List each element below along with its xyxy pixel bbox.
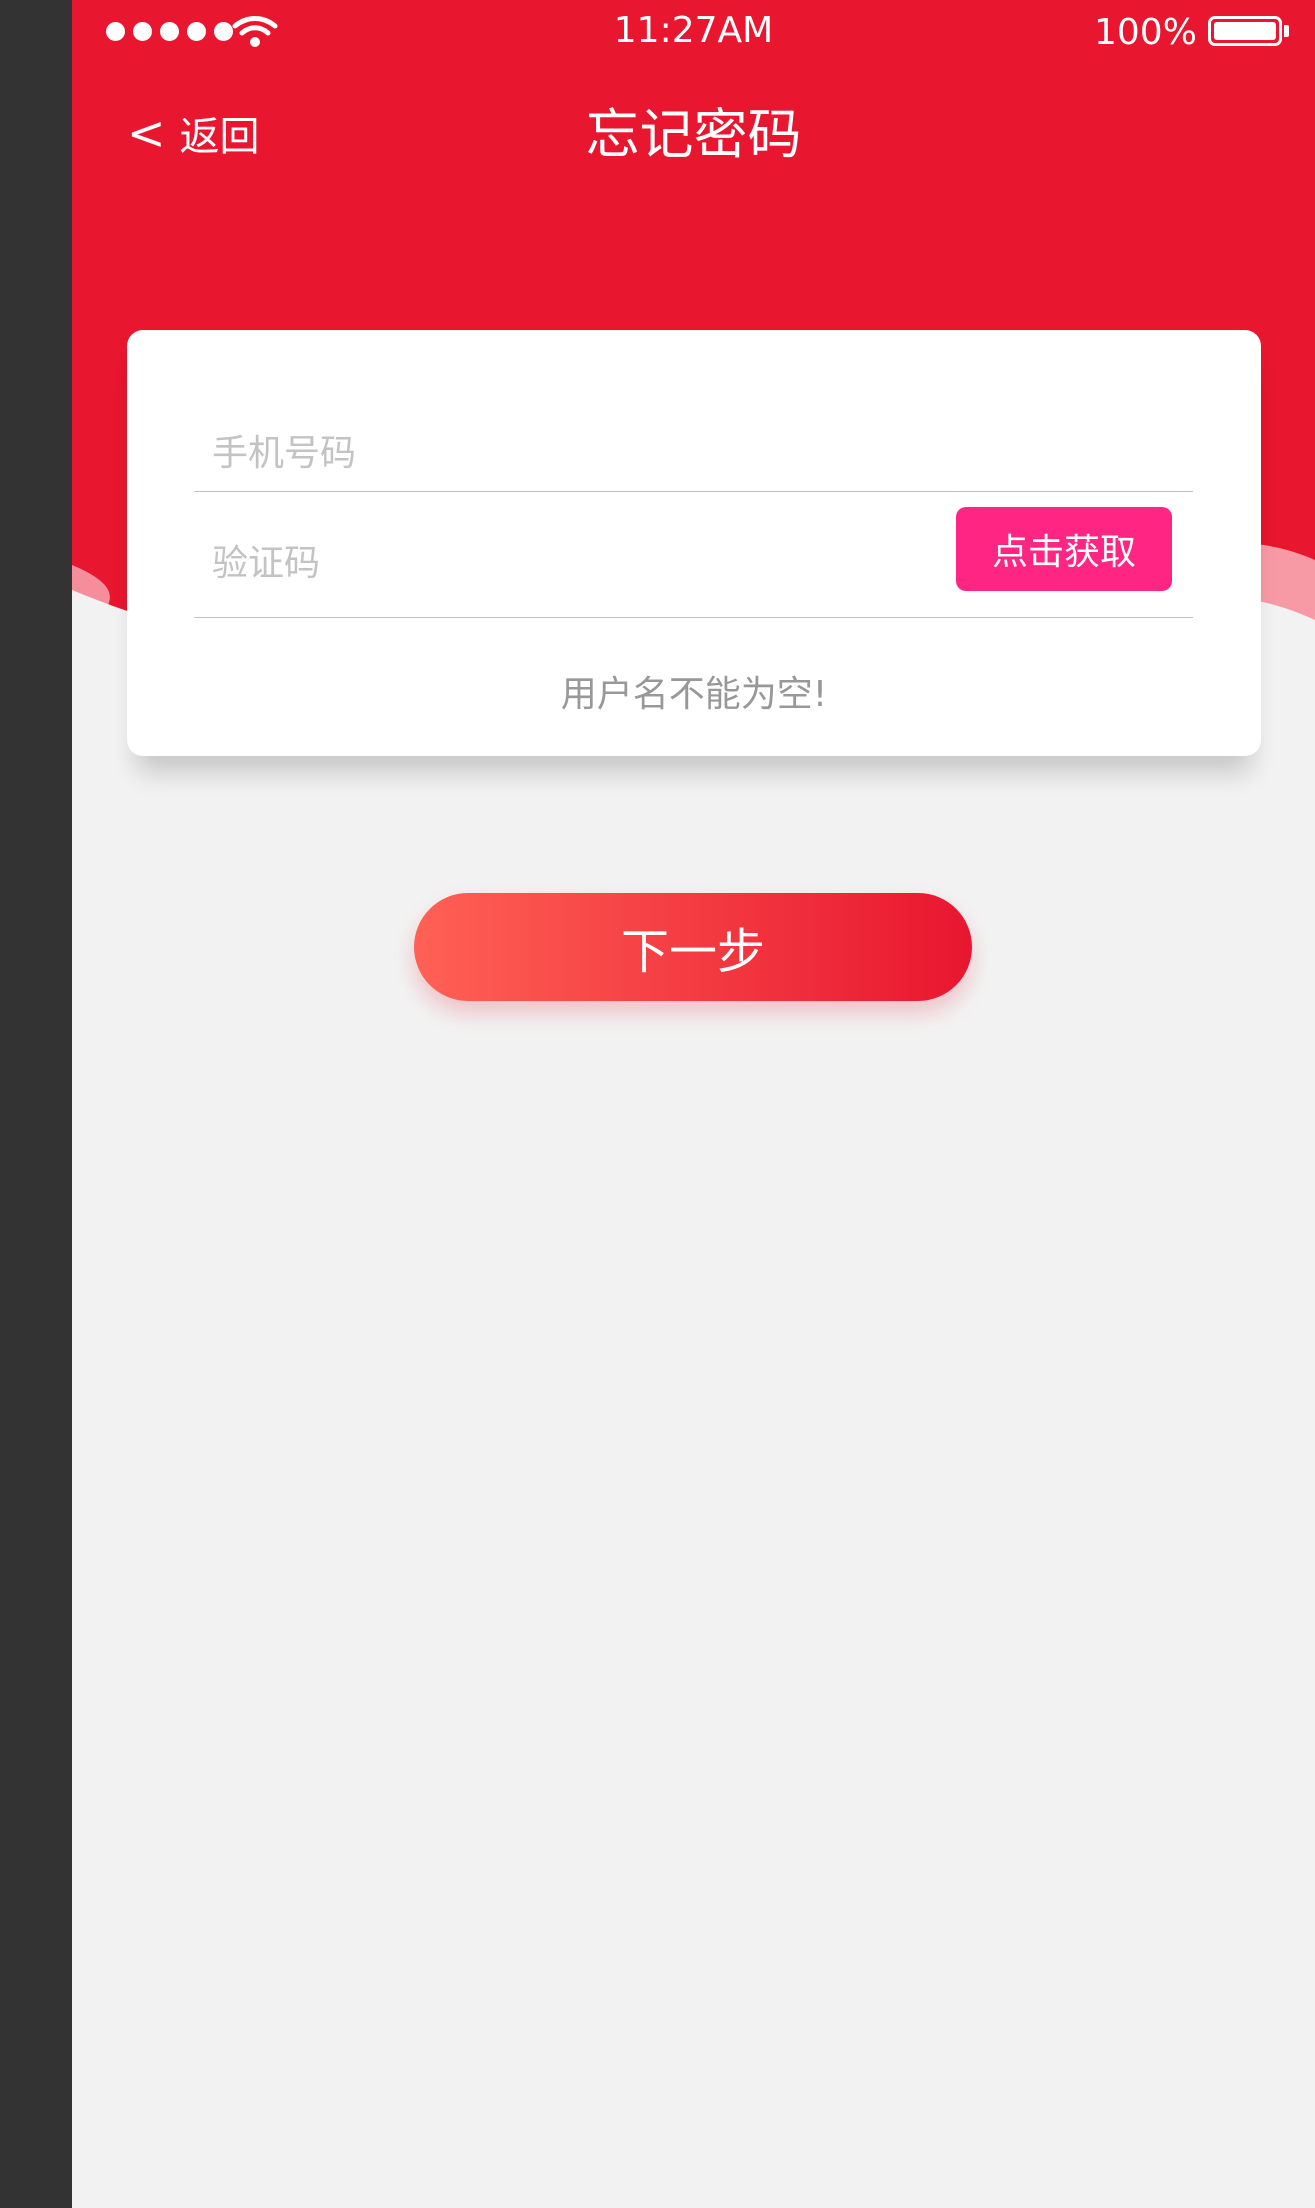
phone-input[interactable] xyxy=(212,431,912,475)
status-bar: 11:27AM 100% xyxy=(72,0,1315,66)
phone-screen: 11:27AM 100% < 返回 忘记密码 点击获取 用户名不能为空! 下一步 xyxy=(72,0,1315,2208)
nav-bar: < 返回 忘记密码 xyxy=(72,66,1315,216)
get-code-button[interactable]: 点击获取 xyxy=(956,507,1172,591)
left-dark-strip xyxy=(0,0,72,2208)
error-message: 用户名不能为空! xyxy=(560,674,828,715)
battery-percent: 100% xyxy=(1094,12,1197,53)
code-input[interactable] xyxy=(212,541,812,585)
battery-icon xyxy=(1208,16,1282,46)
battery-tip xyxy=(1284,25,1289,37)
form-card: 点击获取 用户名不能为空! xyxy=(127,330,1261,756)
phone-row xyxy=(194,411,1193,492)
page-title: 忘记密码 xyxy=(585,103,802,166)
code-row: 点击获取 xyxy=(194,507,1193,618)
next-button[interactable]: 下一步 xyxy=(414,893,972,1001)
